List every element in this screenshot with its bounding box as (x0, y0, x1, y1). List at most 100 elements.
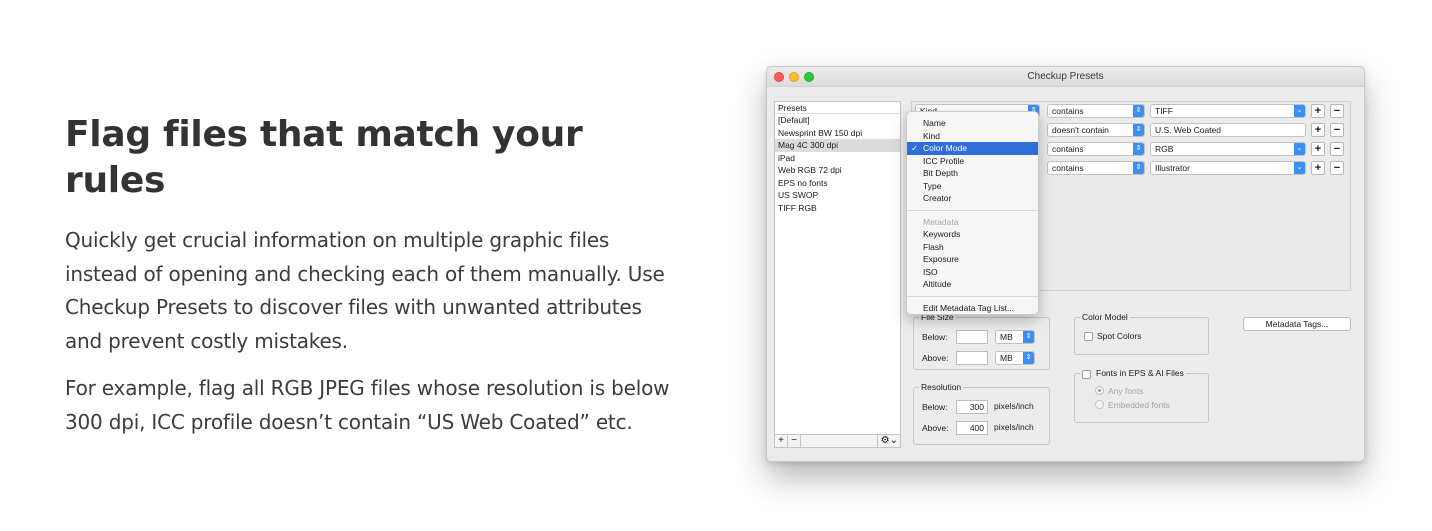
remove-criterion-button[interactable]: − (1330, 161, 1344, 175)
menu-item[interactable]: Exposure (907, 253, 1038, 266)
color-model-group: Color Model Spot Colors (1074, 312, 1209, 355)
operator-popup-value: doesn't contain (1052, 125, 1109, 135)
operator-popup[interactable]: contains ⇕ (1047, 142, 1145, 156)
resolution-below-label: Below: (922, 402, 948, 412)
embedded-fonts-radio[interactable] (1095, 400, 1104, 409)
menu-item[interactable]: Flash (907, 241, 1038, 254)
list-item[interactable]: EPS no fonts (775, 177, 900, 190)
menu-item[interactable]: ICC Profile (907, 155, 1038, 168)
title-bar: Checkup Presets (767, 67, 1364, 87)
chevron-updown-icon: ⇕ (1133, 143, 1144, 155)
file-size-below-label: Below: (922, 332, 948, 342)
list-item[interactable]: Web RGB 72 dpi (775, 164, 900, 177)
menu-item[interactable]: Kind (907, 130, 1038, 143)
menu-item[interactable]: Altitude (907, 278, 1038, 291)
value-combo[interactable]: TIFF ⌄ (1150, 104, 1306, 118)
operator-popup-value: contains (1052, 144, 1084, 154)
chevron-updown-icon: ⇕ (1023, 331, 1034, 343)
resolution-above-unit: pixels/inch (994, 422, 1034, 432)
list-item[interactable]: Mag 4C 300 dpi (775, 139, 900, 152)
chevron-updown-icon: ⇕ (1133, 124, 1144, 136)
value-field[interactable]: U.S. Web Coated (1150, 123, 1306, 137)
file-size-below-input[interactable] (956, 330, 988, 344)
file-size-group: File Size Below: MB ⇕ Above: MB ⇕ (913, 312, 1050, 370)
menu-item-selected[interactable]: ✓ Color Mode (907, 142, 1038, 155)
gear-icon[interactable]: ⚙︎⌄ (876, 435, 898, 447)
menu-item[interactable]: Bit Depth (907, 167, 1038, 180)
resolution-below-input[interactable]: 300 (956, 400, 988, 414)
metadata-tags-button[interactable]: Metadata Tags... (1243, 317, 1351, 331)
spot-colors-label: Spot Colors (1097, 331, 1142, 341)
add-criterion-button[interactable]: + (1311, 104, 1325, 118)
file-size-above-label: Above: (922, 353, 949, 363)
operator-popup[interactable]: contains ⇕ (1047, 161, 1145, 175)
menu-separator (907, 209, 1038, 211)
any-fonts-radio[interactable] (1095, 386, 1104, 395)
resolution-title: Resolution (919, 382, 964, 393)
value-combo[interactable]: RGB ⌄ (1150, 142, 1306, 156)
remove-criterion-button[interactable]: − (1330, 104, 1344, 118)
chevron-updown-icon: ⇕ (1023, 352, 1034, 364)
add-criterion-button[interactable]: + (1311, 142, 1325, 156)
chevron-down-icon: ⌄ (1294, 105, 1305, 117)
feature-description: Flag files that match your rules Quickly… (65, 112, 675, 453)
operator-popup[interactable]: contains ⇕ (1047, 104, 1145, 118)
unit-popup-value: MB (1000, 332, 1013, 342)
value-combo-text: TIFF (1155, 106, 1173, 116)
list-item[interactable]: [Default] (775, 114, 900, 127)
menu-separator (907, 295, 1038, 297)
resolution-above-input[interactable]: 400 (956, 421, 988, 435)
value-field-text: U.S. Web Coated (1155, 125, 1221, 135)
operator-popup-value: contains (1052, 106, 1084, 116)
resolution-below-unit: pixels/inch (994, 401, 1034, 411)
window-title: Checkup Presets (1027, 71, 1104, 82)
resolution-group: Resolution Below: 300 pixels/inch Above:… (913, 382, 1050, 445)
feature-paragraph-1: Quickly get crucial information on multi… (65, 228, 665, 353)
menu-item[interactable]: Name (907, 117, 1038, 130)
presets-list: Presets [Default] Newsprint BW 150 dpi M… (774, 101, 901, 448)
menu-section-header: Metadata (923, 216, 959, 227)
file-size-below-unit-popup[interactable]: MB ⇕ (995, 330, 1035, 344)
feature-paragraph-2: For example, flag all RGB JPEG files who… (65, 376, 670, 434)
menu-item[interactable]: Creator (907, 192, 1038, 205)
chevron-updown-icon: ⇕ (1133, 105, 1144, 117)
add-preset-button[interactable]: + (775, 435, 788, 447)
resolution-above-label: Above: (922, 423, 949, 433)
spot-colors-checkbox[interactable] (1084, 332, 1093, 341)
checkmark-icon: ✓ (911, 143, 919, 153)
field-dropdown-menu: Name Kind ✓ Color Mode ICC Profile Bit D… (906, 111, 1039, 315)
add-criterion-button[interactable]: + (1311, 161, 1325, 175)
chevron-down-icon: ⌄ (1294, 162, 1305, 174)
remove-criterion-button[interactable]: − (1330, 142, 1344, 156)
list-item[interactable]: TIFF RGB (775, 202, 900, 215)
value-combo[interactable]: Illustrator ⌄ (1150, 161, 1306, 175)
menu-item[interactable]: Keywords (907, 228, 1038, 241)
unit-popup-value: MB (1000, 353, 1013, 363)
operator-popup-value: contains (1052, 163, 1084, 173)
value-combo-text: Illustrator (1155, 163, 1190, 173)
menu-item-label: Color Mode (923, 143, 967, 153)
feature-heading: Flag files that match your rules (65, 114, 583, 201)
presets-list-footer: + − ⚙︎⌄ (775, 434, 900, 447)
remove-preset-button[interactable]: − (788, 435, 801, 447)
list-item[interactable]: US SWOP (775, 189, 900, 202)
fonts-title: Fonts in EPS & AI Files (1080, 368, 1186, 379)
presets-list-header: Presets (775, 102, 900, 114)
embedded-fonts-label: Embedded fonts (1108, 400, 1170, 410)
file-size-above-input[interactable] (956, 351, 988, 365)
value-combo-text: RGB (1155, 144, 1174, 154)
fonts-checkbox[interactable] (1082, 370, 1091, 379)
list-item[interactable]: iPad (775, 152, 900, 165)
chevron-down-icon: ⌄ (1294, 143, 1305, 155)
edit-metadata-tag-list-item[interactable]: Edit Metadata Tag List... (907, 302, 1038, 315)
checkup-presets-window: Checkup Presets Presets [Default] Newspr… (766, 66, 1365, 462)
remove-criterion-button[interactable]: − (1330, 123, 1344, 137)
file-size-above-unit-popup[interactable]: MB ⇕ (995, 351, 1035, 365)
menu-item[interactable]: ISO (907, 266, 1038, 279)
chevron-updown-icon: ⇕ (1133, 162, 1144, 174)
list-item[interactable]: Newsprint BW 150 dpi (775, 127, 900, 140)
menu-item[interactable]: Type (907, 180, 1038, 193)
add-criterion-button[interactable]: + (1311, 123, 1325, 137)
operator-popup[interactable]: doesn't contain ⇕ (1047, 123, 1145, 137)
any-fonts-label: Any fonts (1108, 386, 1144, 396)
